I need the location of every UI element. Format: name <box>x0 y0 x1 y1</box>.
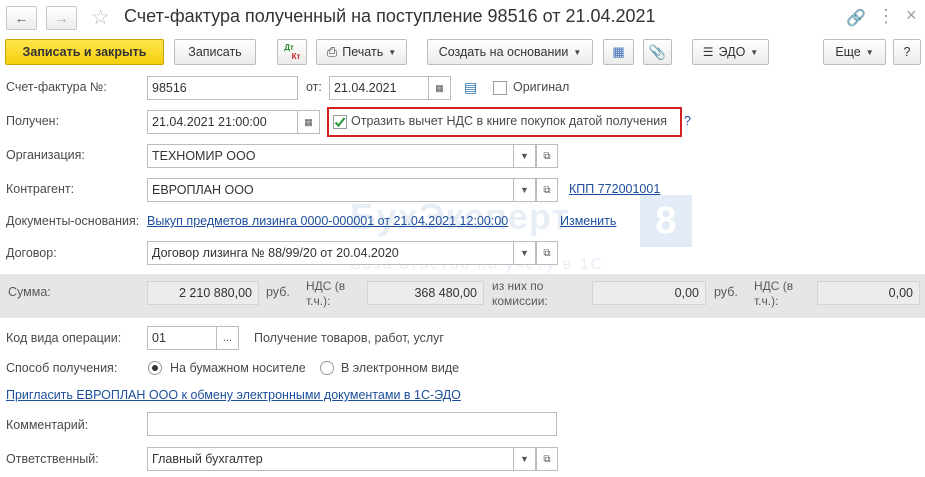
link-icon[interactable]: 🔗 <box>846 8 866 28</box>
sum-value: 2 210 880,00 <box>147 281 259 305</box>
vat-label: НДС (в т.ч.): <box>306 279 346 308</box>
commission-sum-value: 0,00 <box>592 281 706 305</box>
document-edit-icon[interactable]: ▤ <box>464 79 477 96</box>
more-button[interactable]: Еще ▼ <box>823 39 886 65</box>
commission-vat-label: НДС (в т.ч.): <box>754 279 794 308</box>
sum-label: Сумма: <box>8 285 51 299</box>
attachment-icon[interactable]: 📎 <box>643 39 672 65</box>
invoice-number-input[interactable]: 98516 <box>147 76 298 100</box>
change-link[interactable]: Изменить <box>560 214 616 228</box>
chevron-down-icon[interactable]: ▼ <box>514 178 536 202</box>
operation-code-label: Код вида операции: <box>6 331 122 345</box>
currency-label: руб. <box>266 285 290 299</box>
received-label: Получен: <box>6 114 60 128</box>
arrow-left-icon: ← <box>14 10 29 26</box>
open-icon[interactable]: ⧉ <box>536 241 558 265</box>
organization-input[interactable]: ТЕХНОМИР ООО <box>147 144 514 168</box>
receipt-electronic-label: В электронном виде <box>341 361 460 375</box>
calendar-icon[interactable]: ▦ <box>429 76 451 100</box>
chevron-down-icon[interactable]: ▼ <box>514 447 536 471</box>
chevron-down-icon: ▼ <box>388 47 397 57</box>
comment-input[interactable] <box>147 412 557 436</box>
base-documents-label: Документы-основания: <box>6 214 140 228</box>
receipt-electronic-radio[interactable] <box>320 361 334 375</box>
receipt-method-label: Способ получения: <box>6 361 118 375</box>
contract-input[interactable]: Договор лизинга № 88/99/20 от 20.04.2020 <box>147 241 514 265</box>
organization-label: Организация: <box>6 148 85 162</box>
more-vertical-icon[interactable]: ⋮ <box>877 6 895 27</box>
select-button[interactable]: ... <box>217 326 239 350</box>
invoice-number-label: Счет-фактура №: <box>6 80 107 94</box>
printer-icon: ⎙ <box>326 44 338 59</box>
help-button[interactable]: ? <box>893 39 921 65</box>
print-button[interactable]: ⎙ Печать ▼ <box>316 39 407 65</box>
contract-label: Договор: <box>6 246 57 260</box>
calendar-icon[interactable]: ▦ <box>298 110 320 134</box>
dtkt-button[interactable]: Дт Кт <box>277 39 307 65</box>
chevron-down-icon: ▼ <box>750 47 759 57</box>
original-label: Оригинал <box>513 80 570 94</box>
commission-label: из них по комиссии: <box>492 279 548 308</box>
open-icon[interactable]: ⧉ <box>536 178 558 202</box>
commission-vat-value: 0,00 <box>817 281 920 305</box>
counterparty-label: Контрагент: <box>6 182 75 196</box>
chevron-down-icon: ▼ <box>865 47 874 57</box>
create-based-on-button[interactable]: Создать на основании ▼ <box>427 39 593 65</box>
open-icon[interactable]: ⧉ <box>536 447 558 471</box>
kpp-link[interactable]: КПП 772001001 <box>569 182 660 196</box>
original-checkbox[interactable] <box>493 81 507 95</box>
vat-value: 368 480,00 <box>367 281 484 305</box>
operation-code-description: Получение товаров, работ, услуг <box>254 331 444 345</box>
chevron-down-icon[interactable]: ▼ <box>514 241 536 265</box>
responsible-label: Ответственный: <box>6 452 99 466</box>
arrow-right-icon: → <box>54 10 69 26</box>
receipt-paper-radio[interactable] <box>148 361 162 375</box>
forward-button[interactable]: → <box>46 6 77 30</box>
commission-currency-label: руб. <box>714 285 738 299</box>
page-title: Счет-фактура полученный на поступление 9… <box>124 6 656 26</box>
edo-icon: ☰ <box>702 45 714 59</box>
operation-code-input[interactable]: 01 <box>147 326 217 350</box>
save-button[interactable]: Записать <box>174 39 256 65</box>
base-document-link[interactable]: Выкуп предметов лизинга 0000-000001 от 2… <box>147 214 508 228</box>
check-icon <box>334 117 346 128</box>
watermark-logo: 8 <box>640 195 692 247</box>
received-datetime-input[interactable]: 21.04.2021 21:00:00 <box>147 110 298 134</box>
comment-label: Комментарий: <box>6 418 89 432</box>
vat-help-link[interactable]: ? <box>684 114 691 128</box>
receipt-paper-label: На бумажном носителе <box>170 361 306 375</box>
responsible-input[interactable]: Главный бухгалтер <box>147 447 514 471</box>
vat-deduction-checkbox[interactable] <box>333 115 347 129</box>
open-icon[interactable]: ⧉ <box>536 144 558 168</box>
save-and-close-button[interactable]: Записать и закрыть <box>5 39 164 65</box>
invite-edo-link[interactable]: Пригласить ЕВРОПЛАН ООО к обмену электро… <box>6 388 461 402</box>
back-button[interactable]: ← <box>6 6 37 30</box>
close-button[interactable]: × <box>906 5 917 26</box>
chevron-down-icon: ▼ <box>573 47 582 57</box>
chevron-down-icon[interactable]: ▼ <box>514 144 536 168</box>
vat-deduction-label: Отразить вычет НДС в книге покупок датой… <box>351 114 667 128</box>
counterparty-input[interactable]: ЕВРОПЛАН ООО <box>147 178 514 202</box>
date-from-label: от: <box>306 80 322 94</box>
structure-icon[interactable]: ▦ <box>603 39 634 65</box>
star-icon[interactable]: ☆ <box>91 5 110 30</box>
invoice-date-input[interactable]: 21.04.2021 <box>329 76 429 100</box>
edo-button[interactable]: ☰ ЭДО ▼ <box>692 39 769 65</box>
